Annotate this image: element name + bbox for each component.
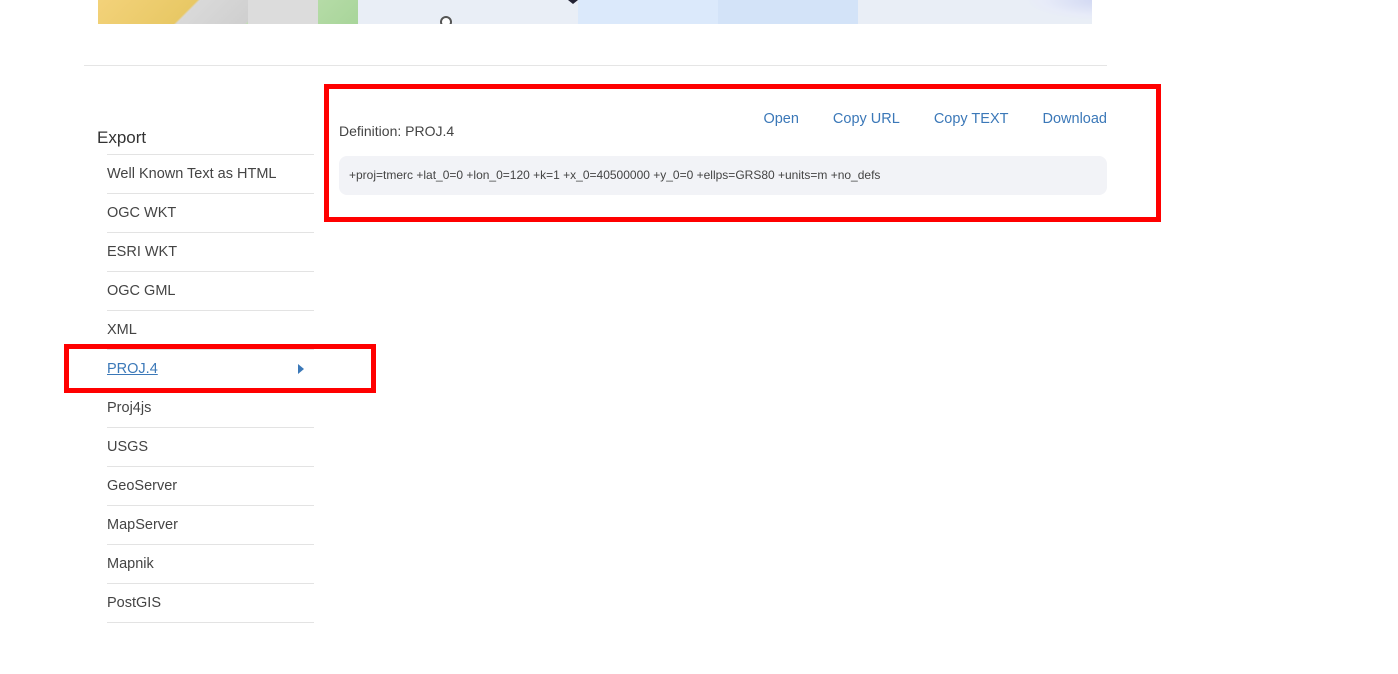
- export-item-ogc-wkt[interactable]: OGC WKT: [107, 193, 314, 232]
- export-item-geoserver[interactable]: GeoServer: [107, 466, 314, 505]
- map-marker-icon: [440, 16, 452, 24]
- export-item-proj4js[interactable]: Proj4js: [107, 388, 314, 427]
- copy-url-link[interactable]: Copy URL: [833, 111, 900, 127]
- open-link[interactable]: Open: [763, 111, 798, 127]
- export-heading: Export: [97, 128, 147, 147]
- map-water-area-2: [718, 0, 858, 24]
- definition-title: Definition: PROJ.4: [339, 123, 455, 139]
- export-item-label: XML: [107, 322, 137, 338]
- export-sidebar: Export Well Known Text as HTML OGC WKT E…: [97, 127, 314, 623]
- export-item-label-link[interactable]: PROJ.4: [107, 361, 158, 377]
- export-item-label: OGC WKT: [107, 205, 177, 221]
- export-item-usgs[interactable]: USGS: [107, 427, 314, 466]
- export-item-mapnik[interactable]: Mapnik: [107, 544, 314, 583]
- export-item-label: Proj4js: [107, 400, 152, 416]
- section-divider: [84, 65, 1107, 66]
- map-land-area: [98, 0, 358, 24]
- map-preview[interactable]: [98, 0, 1092, 24]
- export-item-label: Mapnik: [107, 556, 154, 572]
- map-building: [248, 0, 318, 24]
- export-item-label: GeoServer: [107, 478, 178, 494]
- export-item-label: MapServer: [107, 517, 178, 533]
- map-pin-icon: [568, 0, 578, 4]
- export-item-mapserver[interactable]: MapServer: [107, 505, 314, 544]
- export-item-label: Well Known Text as HTML: [107, 166, 277, 182]
- definition-actions: Open Copy URL Copy TEXT Download: [729, 111, 1107, 127]
- download-link[interactable]: Download: [1043, 111, 1108, 127]
- highlight-definition-box: [324, 84, 1161, 222]
- definition-code-block[interactable]: +proj=tmerc +lat_0=0 +lon_0=120 +k=1 +x_…: [339, 156, 1107, 195]
- caret-right-icon: [298, 364, 304, 374]
- export-item-label: OGC GML: [107, 283, 176, 299]
- export-item-proj4[interactable]: PROJ.4: [107, 349, 314, 388]
- export-item-wkt-html[interactable]: Well Known Text as HTML: [107, 154, 314, 193]
- export-item-postgis[interactable]: PostGIS: [107, 583, 314, 623]
- export-item-label: USGS: [107, 439, 149, 455]
- export-item-label: PostGIS: [107, 595, 161, 611]
- export-item-label: ESRI WKT: [107, 244, 178, 260]
- export-format-list: Well Known Text as HTML OGC WKT ESRI WKT…: [97, 154, 314, 623]
- map-shade: [1028, 0, 1092, 20]
- copy-text-link[interactable]: Copy TEXT: [934, 111, 1009, 127]
- export-item-esri-wkt[interactable]: ESRI WKT: [107, 232, 314, 271]
- export-item-ogc-gml[interactable]: OGC GML: [107, 271, 314, 310]
- export-item-xml[interactable]: XML: [107, 310, 314, 349]
